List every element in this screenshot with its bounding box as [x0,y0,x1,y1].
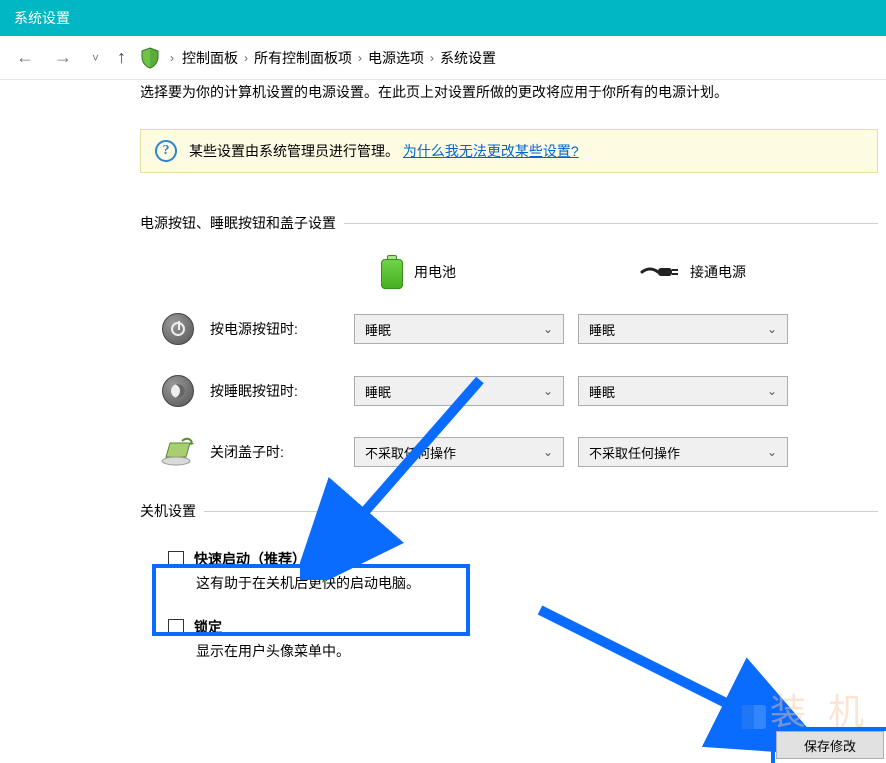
select-value: 睡眠 [589,320,615,339]
breadcrumb-item[interactable]: 系统设置 [440,48,496,68]
shutdown-item-title: 快速启动（推荐） [194,549,306,569]
admin-info-text: 某些设置由系统管理员进行管理。 为什么我无法更改某些设置? [189,141,579,161]
breadcrumb-sep-icon: › [358,51,362,65]
power-button-icon [160,313,196,345]
column-header-battery: 用电池 [380,255,600,289]
section-title-shutdown: 关机设置 [140,501,878,521]
row-power-button-label: 按电源按钮时: [210,319,340,339]
section-title-buttons: 电源按钮、睡眠按钮和盖子设置 [140,213,878,233]
nav-back-icon[interactable]: ← [10,47,40,68]
breadcrumb-sep-icon: › [170,51,174,65]
column-plugged-label: 接通电源 [690,262,746,282]
save-button[interactable]: 保存修改 [776,731,884,759]
watermark-icon [740,703,768,731]
select-value: 睡眠 [589,382,615,401]
nav-forward-icon[interactable]: → [48,47,78,68]
row-power-button: 按电源按钮时: 睡眠 ⌄ 睡眠 ⌄ [140,313,878,345]
select-power-button-battery[interactable]: 睡眠 ⌄ [354,314,564,344]
checkbox-fast-startup[interactable] [168,551,184,567]
row-sleep-button-label: 按睡眠按钮时: [210,381,340,401]
breadcrumb-sep-icon: › [244,51,248,65]
select-value: 睡眠 [365,320,391,339]
row-sleep-button: 按睡眠按钮时: 睡眠 ⌄ 睡眠 ⌄ [140,375,878,407]
nav-recent-icon[interactable]: ˅ [86,51,105,65]
chevron-down-icon: ⌄ [767,445,777,459]
info-icon: ? [155,140,177,162]
checkbox-lock[interactable] [168,619,184,635]
row-close-lid-label: 关闭盖子时: [210,442,340,462]
shutdown-item-lock: 锁定 显示在用户头像菜单中。 [160,611,878,667]
select-value: 睡眠 [365,382,391,401]
address-bar: ← → ˅ ↑ › 控制面板 › 所有控制面板项 › 电源选项 › 系统设置 [0,36,886,80]
admin-info-link[interactable]: 为什么我无法更改某些设置? [403,143,579,159]
select-close-lid-plugged[interactable]: 不采取任何操作 ⌄ [578,437,788,467]
watermark-text: 装 机 [770,683,870,735]
breadcrumb-item[interactable]: 控制面板 [182,48,238,68]
laptop-lid-icon [160,437,196,467]
chevron-down-icon: ⌄ [543,445,553,459]
sleep-button-icon [160,375,196,407]
breadcrumb: 控制面板 › 所有控制面板项 › 电源选项 › 系统设置 [182,48,496,68]
page-description: 选择要为你的计算机设置的电源设置。在此页上对设置所做的更改将应用于你所有的电源计… [140,82,878,103]
admin-info-box: ? 某些设置由系统管理员进行管理。 为什么我无法更改某些设置? [140,129,878,173]
save-button-label: 保存修改 [804,736,856,755]
select-close-lid-battery[interactable]: 不采取任何操作 ⌄ [354,437,564,467]
battery-icon [380,255,404,289]
shutdown-item-fast-startup: 快速启动（推荐） 这有助于在关机后更快的启动电脑。 [160,543,878,599]
chevron-down-icon: ⌄ [543,322,553,336]
shutdown-item-title: 锁定 [194,617,222,637]
shutdown-item-desc: 这有助于在关机后更快的启动电脑。 [196,573,870,593]
nav-up-icon[interactable]: ↑ [113,47,130,68]
section-title-label: 关机设置 [140,501,196,521]
window-titlebar: 系统设置 [0,0,886,36]
section-title-label: 电源按钮、睡眠按钮和盖子设置 [140,213,336,233]
chevron-down-icon: ⌄ [543,384,553,398]
admin-info-prefix: 某些设置由系统管理员进行管理。 [189,143,399,159]
column-battery-label: 用电池 [414,262,456,282]
row-close-lid: 关闭盖子时: 不采取任何操作 ⌄ 不采取任何操作 ⌄ [140,437,878,467]
breadcrumb-item[interactable]: 所有控制面板项 [254,48,352,68]
column-header-plugged: 接通电源 [640,255,860,289]
divider [344,223,878,224]
chevron-down-icon: ⌄ [767,384,777,398]
select-sleep-button-battery[interactable]: 睡眠 ⌄ [354,376,564,406]
shield-icon [138,46,162,70]
plug-icon [640,260,680,284]
window-title: 系统设置 [14,8,70,28]
select-value: 不采取任何操作 [589,443,680,462]
shutdown-item-desc: 显示在用户头像菜单中。 [196,641,870,661]
breadcrumb-sep-icon: › [430,51,434,65]
select-value: 不采取任何操作 [365,443,456,462]
divider [204,511,878,512]
select-power-button-plugged[interactable]: 睡眠 ⌄ [578,314,788,344]
select-sleep-button-plugged[interactable]: 睡眠 ⌄ [578,376,788,406]
breadcrumb-item[interactable]: 电源选项 [368,48,424,68]
chevron-down-icon: ⌄ [767,322,777,336]
